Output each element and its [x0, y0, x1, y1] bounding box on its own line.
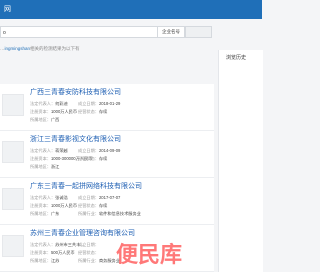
region-label: 所属地区：: [30, 211, 51, 216]
date-label: 成立日期：: [78, 101, 99, 106]
site-title: 网: [4, 6, 11, 13]
company-name-link[interactable]: 广西三青春安防科技有限公司: [30, 87, 121, 97]
company-info-row: 所属地区：浙江: [30, 164, 59, 170]
region-value: 广西: [50, 117, 60, 122]
search-result-hint: …ingmingshan相关的检测结果为以下有: [0, 46, 80, 52]
legal-value: 蒋荣越: [55, 148, 68, 153]
date-label: 成立日期：: [78, 148, 99, 153]
status-label: 经营状态：: [78, 203, 99, 208]
company-card[interactable]: 浙江三青春影视文化有限公司 法定代表人：蒋荣越 成立日期：2014-09-09 …: [0, 131, 214, 178]
region-value: 广东: [50, 211, 60, 216]
region-value: 江苏: [50, 258, 60, 263]
date-label: 成立日期：: [78, 195, 99, 200]
company-name-link[interactable]: 浙江三青春影视文化有限公司: [30, 134, 121, 144]
capital-value: 500万人民币: [50, 250, 75, 255]
history-sidebar: 浏览历史: [218, 50, 263, 272]
capital-label: 注册资本：: [30, 156, 51, 161]
company-info-row: 法定代表人：苏州市三共丰… 成立日期：: [30, 242, 99, 248]
legal-label: 法定代表人：: [30, 148, 56, 153]
region-label: 所属地区：: [30, 258, 51, 263]
company-info-row: 注册资本：500万人民币 经营状态：: [30, 250, 99, 256]
search-bar: o 企业名号: [0, 26, 262, 40]
date-value: 2018-01-29: [98, 101, 121, 106]
search-input[interactable]: o: [0, 26, 157, 38]
hint-suffix: 相关的检测结果为以下有: [30, 46, 80, 51]
company-info-row: 注册资本：1000万人民币 经营状态：存续: [30, 203, 107, 209]
company-logo: [2, 235, 24, 257]
company-info-row: 法定代表人：张诚浩 成立日期：2017-07-07: [30, 195, 120, 201]
top-bar: 网: [0, 0, 262, 19]
status-value: 存续: [98, 109, 108, 114]
company-logo: [2, 141, 24, 163]
status-value: 存续: [98, 156, 108, 161]
company-info-row: 所属地区：江苏 所属行业：商务服务业: [30, 258, 120, 264]
legal-value: 何彩迪: [55, 101, 68, 106]
search-button[interactable]: [185, 26, 212, 38]
region-value: 浙江: [50, 164, 60, 169]
date-value: 2014-09-09: [98, 148, 121, 153]
status-label: 经营状态：: [78, 156, 99, 161]
company-card[interactable]: 广西三青春安防科技有限公司 法定代表人：何彩迪 成立日期：2018-01-29 …: [0, 84, 214, 131]
region-label: 所属地区：: [30, 117, 51, 122]
company-info-row: 注册资本：1000-300000万人民币 经营状态：存续: [30, 156, 107, 162]
legal-label: 法定代表人：: [30, 195, 56, 200]
industry-label: 所属行业：: [78, 258, 99, 263]
company-logo: [2, 94, 24, 116]
company-info-row: 法定代表人：蒋荣越 成立日期：2014-09-09: [30, 148, 120, 154]
legal-label: 法定代表人：: [30, 242, 56, 247]
date-label: 成立日期：: [78, 242, 99, 247]
watermark-logo: 便民库: [116, 242, 183, 267]
company-name-link[interactable]: 广东三青春一起拼网络科技有限公司: [30, 181, 142, 191]
status-label: 经营状态：: [78, 250, 99, 255]
capital-value: 1000万人民币: [50, 109, 78, 114]
sidebar-title: 浏览历史: [226, 55, 247, 61]
company-info-row: 所属地区：广东 所属行业：软件和信息技术服务业: [30, 211, 141, 217]
capital-label: 注册资本：: [30, 203, 51, 208]
capital-label: 注册资本：: [30, 109, 51, 114]
industry-value: 软件和信息技术服务业: [98, 211, 141, 216]
company-info-row: 所属地区：广西: [30, 117, 59, 123]
company-info-row: 法定代表人：何彩迪 成立日期：2018-01-29: [30, 101, 120, 107]
status-label: 经营状态：: [78, 109, 99, 114]
capital-label: 注册资本：: [30, 250, 51, 255]
company-info-row: 注册资本：1000万人民币 经营状态：存续: [30, 109, 107, 115]
date-value: 2017-07-07: [98, 195, 121, 200]
company-logo: [2, 188, 24, 210]
industry-label: 所属行业：: [78, 211, 99, 216]
status-value: 存续: [98, 203, 108, 208]
legal-label: 法定代表人：: [30, 101, 56, 106]
capital-value: 1000万人民币: [50, 203, 78, 208]
legal-value: 张诚浩: [55, 195, 68, 200]
region-label: 所属地区：: [30, 164, 51, 169]
hint-keyword: ingmingshan: [4, 46, 31, 51]
company-card[interactable]: 广东三青春一起拼网络科技有限公司 法定代表人：张诚浩 成立日期：2017-07-…: [0, 178, 214, 225]
search-type-select[interactable]: 企业名号: [157, 26, 185, 38]
